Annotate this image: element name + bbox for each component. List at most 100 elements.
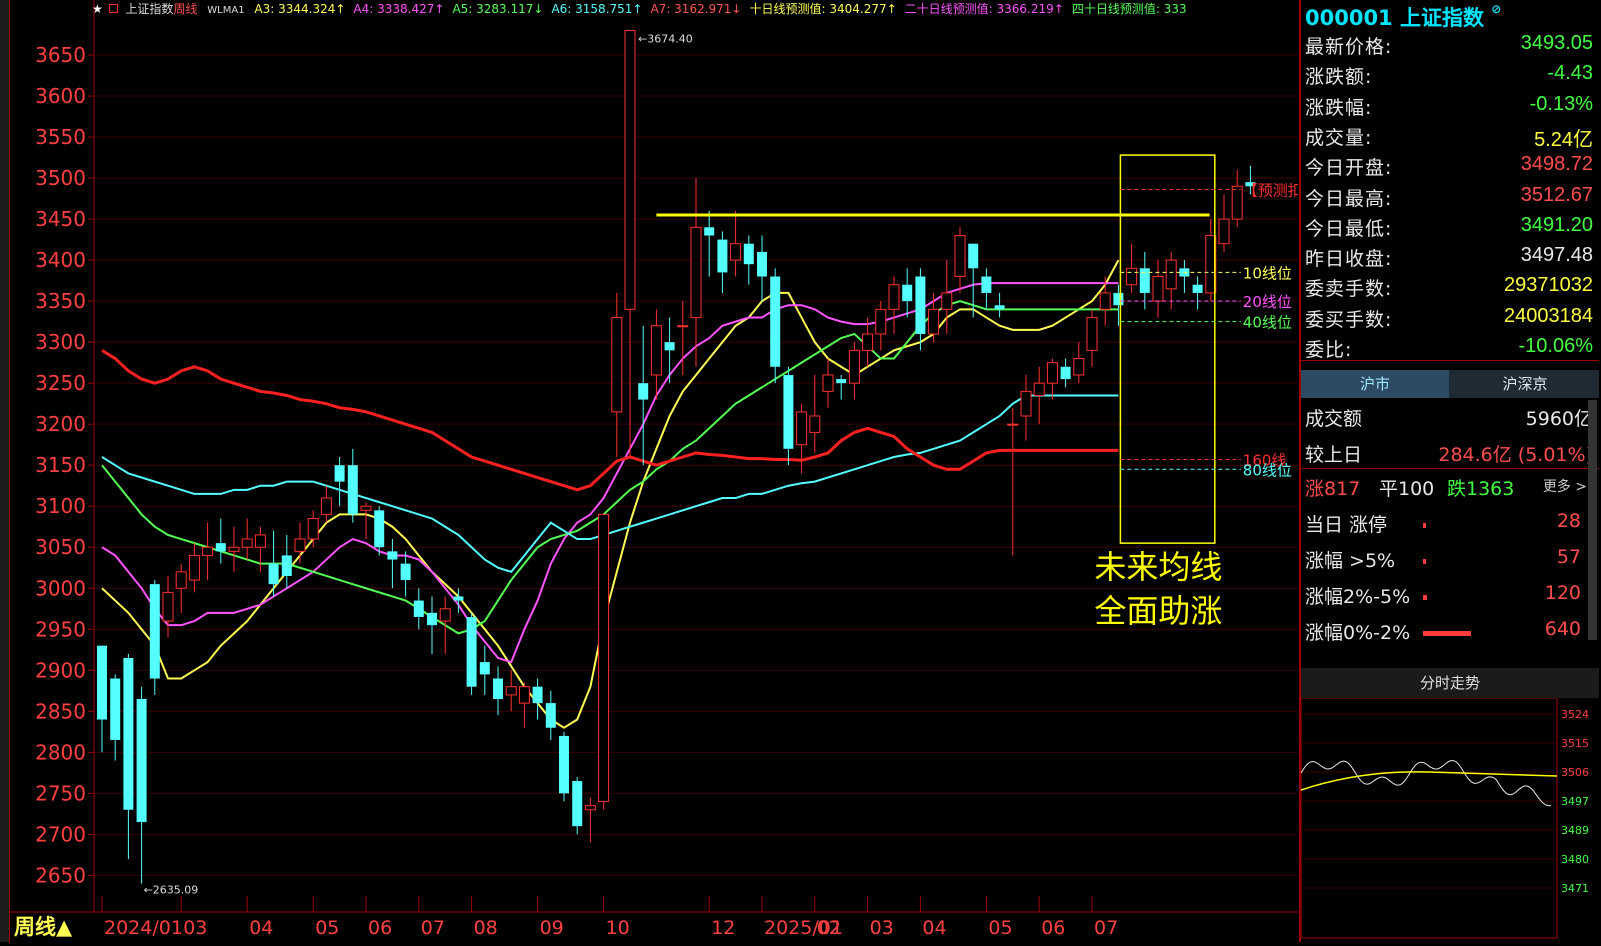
tab-sh[interactable]: 沪市 bbox=[1301, 370, 1449, 398]
max-price-label: ←3674.40 bbox=[638, 32, 693, 45]
candle-body bbox=[307, 518, 319, 540]
tab-shsz-bj[interactable]: 沪深京 bbox=[1451, 370, 1599, 398]
candle-body bbox=[1033, 382, 1045, 396]
kline-chart-svg[interactable]: 3650 3600 3550 3500 3450 3400 3350 3300 3250 3200… bbox=[10, 0, 1318, 942]
more-link[interactable]: 更多 > bbox=[1543, 476, 1587, 496]
candle-body bbox=[175, 571, 187, 589]
candle-body bbox=[981, 276, 992, 293]
quote-row: 成交量: 5.24亿 bbox=[1305, 121, 1593, 151]
divider bbox=[1301, 360, 1599, 361]
bottom-bar: 周线▲ bbox=[10, 913, 1298, 942]
candle-body bbox=[281, 555, 292, 576]
candle-body bbox=[941, 292, 953, 310]
y-tick-label: 3200 bbox=[35, 412, 86, 436]
candle-body bbox=[427, 612, 437, 626]
info-icon[interactable]: ⊘ bbox=[1491, 2, 1501, 16]
y-tick-label: 3150 bbox=[35, 453, 86, 477]
candle-body bbox=[611, 317, 623, 413]
vs-yesterday-value: 284.6亿 (5.01%) bbox=[1438, 444, 1593, 466]
candle-body bbox=[915, 276, 926, 334]
candle-body bbox=[505, 686, 517, 696]
period-button[interactable]: 周线▲ bbox=[10, 913, 88, 942]
candle-body bbox=[717, 239, 728, 273]
candle-body bbox=[664, 342, 675, 351]
legend-item: 四十日线预测值: 333 bbox=[1071, 2, 1187, 16]
y-tick-label: 3400 bbox=[35, 248, 86, 272]
candle-body bbox=[188, 554, 200, 581]
candle-body bbox=[545, 703, 556, 728]
legend-item: A5: 3283.117↓ bbox=[452, 2, 544, 16]
legend-item: A4: 3338.427↑ bbox=[353, 2, 445, 16]
legend-index-name: 上证指数 bbox=[125, 2, 174, 16]
candle-body bbox=[638, 383, 649, 400]
candle-body bbox=[1046, 362, 1058, 384]
candle-body bbox=[584, 805, 596, 811]
divider bbox=[1301, 468, 1599, 469]
kline-chart[interactable]: 3650 3600 3550 3500 3450 3400 3350 3300 3250 3200… bbox=[10, 0, 1318, 942]
candle-body bbox=[374, 510, 385, 548]
candle-body bbox=[532, 686, 543, 704]
candle-body bbox=[1126, 267, 1138, 286]
y-tick-label: 3050 bbox=[35, 535, 86, 559]
quote-label: 今日开盘: bbox=[1305, 157, 1393, 180]
intraday-frame bbox=[1301, 698, 1558, 939]
candle-body bbox=[928, 308, 940, 335]
quote-value: 3512.67 bbox=[1520, 183, 1593, 206]
distribution-bar bbox=[1423, 631, 1471, 636]
candle-body bbox=[1007, 423, 1019, 426]
intraday-tick-label: 3471 bbox=[1561, 882, 1589, 895]
y-tick-label: 2800 bbox=[35, 740, 86, 764]
candle-body bbox=[624, 29, 636, 310]
y-axis: 3650 3600 3550 3500 3450 3400 3350 3300 3250 3200… bbox=[35, 43, 86, 887]
quote-title[interactable]: 000001 上证指数 ⊘ bbox=[1305, 2, 1501, 32]
candle-body bbox=[136, 699, 147, 823]
intraday-tick-label: 3515 bbox=[1561, 737, 1589, 750]
forecast-label: 【预测扣无 bbox=[1243, 182, 1298, 200]
min-price-label: ←2635.09 bbox=[144, 884, 199, 897]
distribution-bar bbox=[1423, 595, 1427, 600]
y-tick-label: 2650 bbox=[35, 863, 86, 887]
distribution-bar bbox=[1423, 523, 1426, 528]
distribution-value: 57 bbox=[1556, 546, 1581, 568]
forecast-label: 20线位 bbox=[1243, 293, 1292, 311]
flat-count: 平100 bbox=[1379, 478, 1435, 500]
quote-row: 昨日收盘: 3497.48 bbox=[1305, 242, 1593, 272]
forecast-label: 40线位 bbox=[1243, 314, 1292, 332]
y-tick-label: 3000 bbox=[35, 576, 86, 600]
candle-body bbox=[1231, 185, 1243, 220]
legend-items: A3: 3344.324↑ A4: 3338.427↑ A5: 3283.117↓ A… bbox=[254, 2, 1194, 16]
intraday-tick-label: 3497 bbox=[1561, 795, 1589, 808]
candle bbox=[466, 612, 477, 695]
y-tick-label: 3500 bbox=[35, 166, 86, 190]
quote-value: 5.24亿 bbox=[1534, 128, 1593, 151]
quote-panel: 000001 上证指数 ⊘ 最新价格: 3493.05 涨跌额: -4.43 涨跌幅: -… bbox=[1299, 0, 1601, 942]
distribution-row: 当日 涨停 28 bbox=[1305, 506, 1593, 540]
intraday-tick-label: 3480 bbox=[1561, 853, 1589, 866]
quote-row: 今日最高: 3512.67 bbox=[1305, 182, 1593, 212]
candle-body bbox=[439, 608, 451, 622]
scrollbar[interactable] bbox=[1588, 400, 1597, 640]
distribution-value: 28 bbox=[1556, 510, 1581, 532]
y-tick-label: 3650 bbox=[35, 43, 86, 67]
intraday-tick-label: 3489 bbox=[1561, 824, 1589, 837]
left-toolbar-strip[interactable] bbox=[0, 0, 10, 942]
candle-body bbox=[413, 600, 424, 617]
candle-body bbox=[479, 662, 490, 675]
candle-body bbox=[862, 333, 874, 351]
y-tick-label: 3250 bbox=[35, 371, 86, 395]
candle-body bbox=[518, 686, 530, 704]
candle-body bbox=[493, 678, 503, 700]
intraday-title[interactable]: 分时走势 bbox=[1301, 668, 1599, 698]
candle-body bbox=[796, 411, 808, 446]
intraday-chart[interactable]: 3524 3515 3506 3497 3489 3480 3471 bbox=[1301, 698, 1599, 942]
candle-body bbox=[1086, 317, 1098, 351]
star-icon[interactable]: ★ bbox=[92, 2, 103, 16]
turnover-row: 成交额 5960亿 bbox=[1305, 400, 1593, 434]
candle-body bbox=[730, 243, 742, 261]
candle-body bbox=[162, 591, 174, 622]
up-count: 涨817 bbox=[1305, 478, 1361, 500]
candle-body bbox=[1020, 390, 1032, 417]
candle-body bbox=[123, 657, 134, 810]
candle-body bbox=[968, 243, 979, 269]
distribution-value: 120 bbox=[1544, 582, 1581, 604]
